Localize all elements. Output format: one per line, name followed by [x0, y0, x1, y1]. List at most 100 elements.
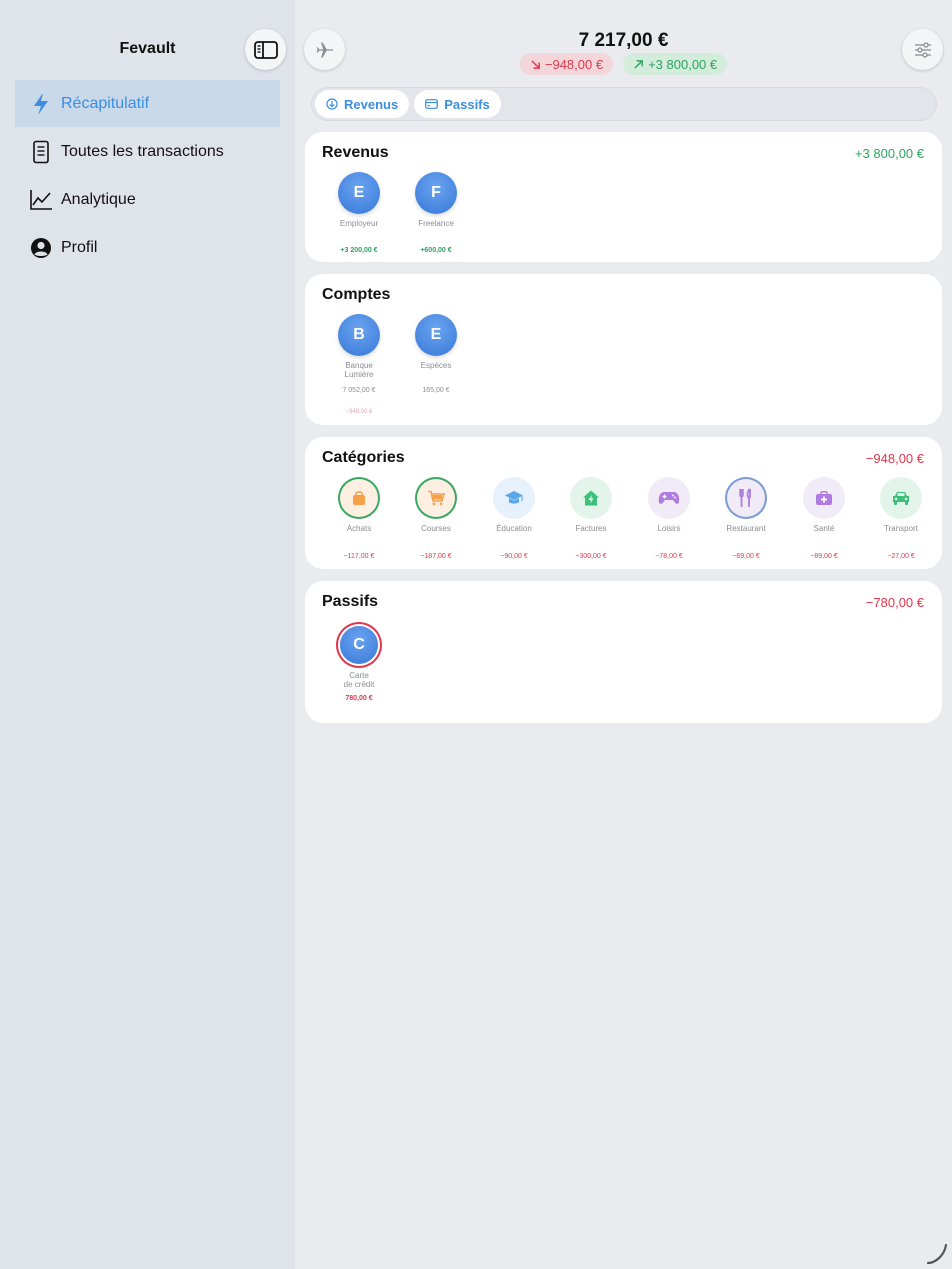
fork-knife-icon [725, 477, 767, 519]
item-sub-amount: −948,00 € [345, 409, 373, 415]
bolt-icon [29, 92, 53, 116]
item-name: Éducation [496, 524, 532, 533]
settings-button[interactable] [902, 29, 943, 70]
sidebar-toggle-button[interactable] [245, 29, 286, 70]
item-amount: +600,00 € [420, 247, 452, 254]
sidebar-item-label: Récapitulatif [61, 94, 150, 112]
tab-revenus[interactable]: Revenus [315, 90, 410, 118]
arrow-down-right-icon [531, 59, 540, 69]
card-title: Catégories [322, 449, 405, 466]
account-item[interactable]: B Banque Lumière 7 052,00 € −948,00 € [324, 314, 394, 415]
item-name-line2: de crédit [343, 680, 375, 689]
sidebar-item-label: Profil [61, 238, 98, 256]
revenus-total: +3 800,00 € [854, 146, 924, 161]
category-item-courses[interactable]: Courses −187,00 € [401, 477, 471, 560]
avatar: E [338, 172, 380, 214]
item-amount: −117,00 € [343, 553, 375, 560]
cart-icon [415, 477, 457, 519]
sidebar-item-profil[interactable]: Profil [15, 224, 280, 271]
sidebar-item-transactions[interactable]: Toutes les transactions [15, 128, 280, 175]
sidebar-item-analytique[interactable]: Analytique [15, 176, 280, 223]
sidebar: Fevault Récapitulatif Toutes les transac… [0, 0, 295, 1269]
shopping-bag-icon [338, 477, 380, 519]
graduation-cap-icon [493, 477, 535, 519]
expense-amount: −948,00 € [544, 56, 604, 72]
card-title: Revenus [322, 144, 389, 161]
gamepad-icon [648, 477, 690, 519]
income-source-item[interactable]: E Employeur +3 200,00 € [324, 172, 394, 254]
car-icon [880, 477, 922, 519]
category-item-achats[interactable]: Achats −117,00 € [324, 477, 394, 560]
categories-card: Catégories −948,00 € Achats −117,00 € Co… [305, 437, 942, 569]
passifs-total: −780,00 € [865, 595, 924, 610]
person-circle-icon [29, 236, 53, 260]
item-amount: −90,00 € [500, 553, 528, 560]
item-name: Banque [345, 361, 373, 370]
income-badge[interactable]: +3 800,00 € [623, 53, 728, 75]
avatar: E [415, 314, 457, 356]
item-name: Espèces [420, 361, 452, 370]
receipt-icon [29, 140, 53, 164]
item-name: Transport [884, 524, 918, 533]
sliders-icon [914, 41, 931, 58]
item-name: Restaurant [726, 524, 766, 533]
item-amount: −78,00 € [655, 553, 683, 560]
account-item[interactable]: E Espèces 165,00 € [401, 314, 471, 394]
main-content: 7 217,00 € −948,00 € +3 800,00 € Revenus… [295, 0, 952, 1269]
arrow-down-circle-icon [326, 98, 338, 110]
item-name: Courses [421, 524, 451, 533]
item-amount: 780,00 € [345, 695, 373, 702]
item-name: Achats [346, 524, 372, 533]
item-name: Freelance [418, 219, 454, 228]
item-amount: 165,00 € [422, 387, 450, 394]
category-item-transport[interactable]: Transport −27,00 € [866, 477, 936, 560]
avatar: B [338, 314, 380, 356]
sidebar-item-label: Analytique [61, 190, 136, 208]
item-amount: +3 200,00 € [340, 247, 378, 254]
item-amount: −69,00 € [732, 553, 760, 560]
house-bolt-icon [570, 477, 612, 519]
categories-total: −948,00 € [865, 451, 924, 466]
category-item-factures[interactable]: Factures −300,00 € [556, 477, 626, 560]
item-name: Factures [575, 524, 607, 533]
tab-passifs[interactable]: Passifs [414, 90, 501, 118]
total-balance: 7 217,00 € [578, 30, 669, 51]
item-amount: −89,00 € [810, 553, 838, 560]
filter-tabs: Revenus Passifs [311, 87, 937, 121]
sidebar-item-recapitulatif[interactable]: Récapitulatif [15, 80, 280, 127]
medical-bag-icon [803, 477, 845, 519]
category-item-education[interactable]: Éducation −90,00 € [479, 477, 549, 560]
category-item-restaurant[interactable]: Restaurant −69,00 € [711, 477, 781, 560]
item-amount: 7 052,00 € [342, 387, 376, 394]
sidebar-toggle-icon [253, 40, 278, 59]
resize-handle-icon[interactable] [926, 1243, 948, 1265]
chart-line-icon [29, 188, 53, 212]
liability-item[interactable]: C Carte de crédit 780,00 € [324, 626, 394, 702]
item-amount: −187,00 € [420, 553, 452, 560]
item-name: Carte [349, 671, 369, 680]
card-title: Passifs [322, 593, 379, 610]
revenus-card: Revenus +3 800,00 € E Employeur +3 200,0… [305, 132, 942, 262]
expense-badge[interactable]: −948,00 € [519, 53, 614, 75]
sidebar-item-label: Toutes les transactions [61, 142, 224, 160]
tab-label: Revenus [344, 96, 399, 112]
item-name-line2: Lumière [344, 370, 374, 379]
income-source-item[interactable]: F Freelance +600,00 € [401, 172, 471, 254]
category-item-sante[interactable]: Santé −89,00 € [789, 477, 859, 560]
avatar: F [415, 172, 457, 214]
avatar: C [340, 626, 378, 664]
arrow-up-right-icon [634, 59, 643, 69]
tab-label: Passifs [444, 96, 490, 112]
item-name: Santé [813, 524, 835, 533]
credit-card-icon [425, 99, 439, 109]
item-amount: −300,00 € [575, 553, 607, 560]
income-amount: +3 800,00 € [648, 56, 718, 72]
item-name: Loisirs [657, 524, 681, 533]
passifs-card: Passifs −780,00 € C Carte de crédit 780,… [305, 581, 942, 723]
card-title: Comptes [322, 286, 391, 303]
item-amount: −27,00 € [887, 553, 915, 560]
category-item-loisirs[interactable]: Loisirs −78,00 € [634, 477, 704, 560]
sidebar-nav: Récapitulatif Toutes les transactions An… [15, 80, 280, 272]
balance-badges: −948,00 € +3 800,00 € [295, 53, 952, 75]
comptes-card: Comptes B Banque Lumière 7 052,00 € −948… [305, 274, 942, 425]
